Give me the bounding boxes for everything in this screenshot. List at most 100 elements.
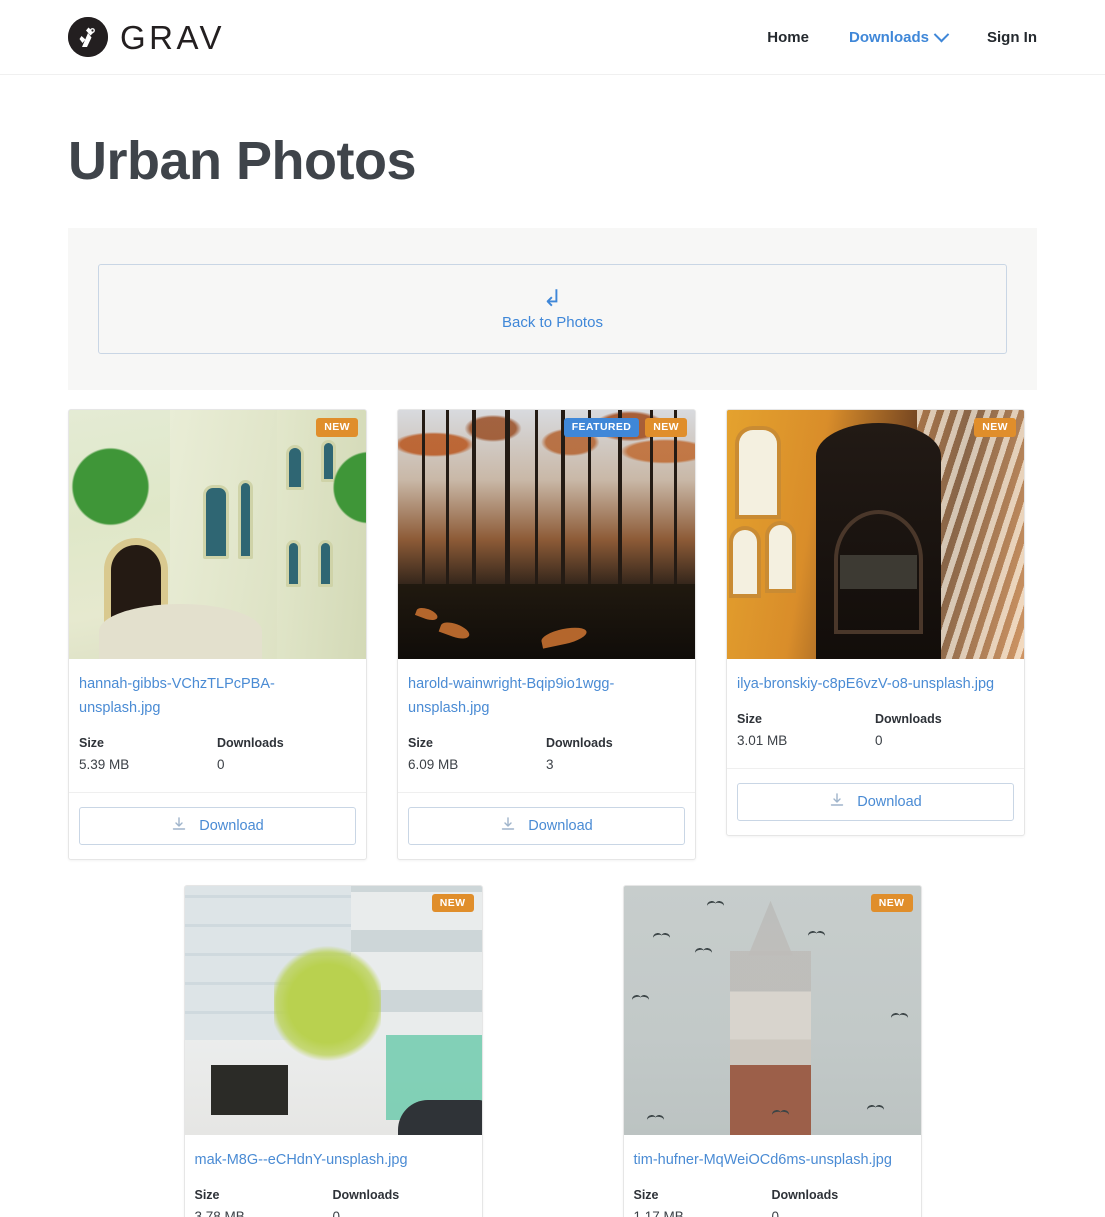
badge-new: NEW <box>316 418 358 437</box>
nav-item-downloads[interactable]: Downloads <box>848 26 950 46</box>
file-downloads-col: Downloads 0 <box>772 1185 910 1217</box>
file-card-footer: Download <box>398 791 695 859</box>
file-meta: Size 1.17 MB Downloads 0 <box>634 1185 911 1217</box>
downloads-label: Downloads <box>332 1187 400 1202</box>
back-to-photos-label: Back to Photos <box>502 314 603 332</box>
thumbnail-art <box>623 885 921 1135</box>
download-icon <box>500 816 516 836</box>
file-card-body: ilya-bronskiy-c8pE6vzV-o8-unsplash.jpg S… <box>727 659 1024 768</box>
size-label: Size <box>79 735 105 750</box>
size-value: 1.17 MB <box>633 1208 684 1217</box>
download-button-label: Download <box>199 817 264 834</box>
file-downloads-col: Downloads 3 <box>546 733 684 776</box>
file-name-link[interactable]: mak-M8G--eCHdnY-unsplash.jpg <box>195 1149 472 1173</box>
back-panel: ↲ Back to Photos <box>68 228 1037 391</box>
file-thumbnail[interactable]: NEW <box>623 885 921 1135</box>
nav-item-home-label: Home <box>767 28 809 46</box>
download-button[interactable]: Download <box>737 782 1014 821</box>
size-value: 3.78 MB <box>194 1208 245 1217</box>
downloads-value: 0 <box>875 733 883 749</box>
file-downloads-col: Downloads 0 <box>333 1185 471 1217</box>
file-size-col: Size 6.09 MB <box>408 733 546 776</box>
chevron-down-icon <box>933 26 950 42</box>
badge-new: NEW <box>974 418 1016 437</box>
badge-group: NEW <box>870 893 913 913</box>
thumbnail-art <box>727 410 1024 660</box>
size-value: 3.01 MB <box>737 733 788 749</box>
file-downloads-col: Downloads 0 <box>875 709 1013 752</box>
download-button[interactable]: Download <box>408 806 685 845</box>
file-name-link[interactable]: hannah-gibbs-VChzTLPcPBA-unsplash.jpg <box>79 673 356 721</box>
file-thumbnail[interactable]: FEATURED NEW <box>398 410 695 660</box>
file-size-col: Size 3.01 MB <box>737 709 875 752</box>
size-value: 5.39 MB <box>79 757 130 773</box>
size-label: Size <box>737 712 763 727</box>
grav-logo-icon <box>68 17 108 57</box>
file-grid-row-2: NEW mak-M8G--eCHdnY-unsplash.jpg Size 3.… <box>68 884 1037 1217</box>
thumbnail-art <box>69 410 366 660</box>
downloads-value: 0 <box>332 1208 341 1217</box>
badge-new: NEW <box>645 418 687 437</box>
size-value: 6.09 MB <box>408 757 459 773</box>
download-icon <box>171 816 187 836</box>
badge-new: NEW <box>870 893 913 913</box>
download-button-label: Download <box>857 793 922 810</box>
nav-item-downloads-label: Downloads <box>848 28 929 46</box>
badge-new: NEW <box>431 893 474 913</box>
file-meta: Size 3.01 MB Downloads 0 <box>737 709 1014 768</box>
file-grid-row-1: NEW hannah-gibbs-VChzTLPcPBA-unsplash.jp… <box>68 409 1037 860</box>
badge-group: NEW <box>431 893 474 913</box>
file-card[interactable]: NEW mak-M8G--eCHdnY-unsplash.jpg Size 3.… <box>183 884 483 1217</box>
file-card-footer: Download <box>69 791 366 859</box>
file-size-col: Size 1.17 MB <box>634 1185 772 1217</box>
size-label: Size <box>194 1187 220 1202</box>
size-label: Size <box>633 1187 659 1202</box>
file-name-link[interactable]: ilya-bronskiy-c8pE6vzV-o8-unsplash.jpg <box>737 673 1014 697</box>
file-card[interactable]: FEATURED NEW harold-wainwright-Bqip9io1w… <box>397 409 696 860</box>
downloads-value: 0 <box>771 1208 780 1217</box>
badge-group: NEW <box>974 418 1016 437</box>
thumbnail-art <box>398 410 695 660</box>
return-arrow-icon: ↲ <box>542 285 563 312</box>
downloads-value: 0 <box>217 757 225 773</box>
file-size-col: Size 3.78 MB <box>195 1185 333 1217</box>
file-card-footer: Download <box>727 767 1024 835</box>
file-card-body: hannah-gibbs-VChzTLPcPBA-unsplash.jpg Si… <box>69 659 366 792</box>
downloads-label: Downloads <box>875 712 942 727</box>
file-card-body: mak-M8G--eCHdnY-unsplash.jpg Size 3.78 M… <box>185 1135 482 1217</box>
badge-group: FEATURED NEW <box>563 418 687 437</box>
downloads-value: 3 <box>546 757 554 773</box>
brand-wordmark: GRAV <box>120 18 226 56</box>
file-meta: Size 3.78 MB Downloads 0 <box>195 1185 472 1217</box>
file-thumbnail[interactable]: NEW <box>727 410 1024 660</box>
file-card[interactable]: NEW ilya-bronskiy-c8pE6vzV-o8-unsplash.j… <box>726 409 1025 836</box>
file-thumbnail[interactable]: NEW <box>69 410 366 660</box>
file-thumbnail[interactable]: NEW <box>184 885 482 1135</box>
file-name-link[interactable]: harold-wainwright-Bqip9io1wgg-unsplash.j… <box>408 673 685 721</box>
badge-group: NEW <box>316 418 358 437</box>
file-card[interactable]: NEW hannah-gibbs-VChzTLPcPBA-unsplash.jp… <box>68 409 367 860</box>
download-button[interactable]: Download <box>79 806 356 845</box>
file-card-body: harold-wainwright-Bqip9io1wgg-unsplash.j… <box>398 659 695 792</box>
download-button-label: Download <box>528 817 593 834</box>
file-name-link[interactable]: tim-hufner-MqWeiOCd6ms-unsplash.jpg <box>634 1149 911 1173</box>
brand-logo-link[interactable]: GRAV <box>68 17 225 57</box>
downloads-label: Downloads <box>217 735 284 750</box>
main-nav: Home Downloads Sign In <box>767 26 1037 46</box>
page-content: Urban Photos ↲ Back to Photos NEW hannah… <box>0 130 1105 1217</box>
size-label: Size <box>408 735 434 750</box>
file-card[interactable]: NEW tim-hufner-MqWeiOCd6ms-unsplash.jpg … <box>622 884 922 1217</box>
file-meta: Size 6.09 MB Downloads 3 <box>408 733 685 792</box>
nav-item-sign-in-label: Sign In <box>987 28 1037 46</box>
file-card-body: tim-hufner-MqWeiOCd6ms-unsplash.jpg Size… <box>624 1135 921 1217</box>
downloads-label: Downloads <box>546 735 613 750</box>
site-header: GRAV Home Downloads Sign In <box>0 0 1105 75</box>
badge-featured: FEATURED <box>563 418 640 437</box>
download-icon <box>829 792 845 812</box>
nav-item-home[interactable]: Home <box>767 29 809 46</box>
nav-item-sign-in[interactable]: Sign In <box>987 29 1037 46</box>
file-downloads-col: Downloads 0 <box>217 733 355 776</box>
page-title: Urban Photos <box>68 131 417 191</box>
thumbnail-art <box>184 885 482 1135</box>
back-to-photos-button[interactable]: ↲ Back to Photos <box>98 264 1007 355</box>
